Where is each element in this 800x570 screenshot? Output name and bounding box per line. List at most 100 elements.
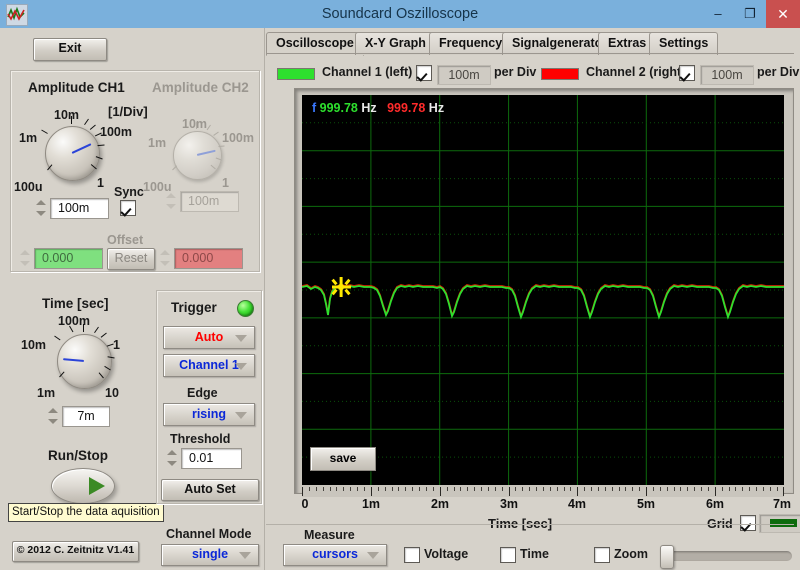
voltage-checkbox[interactable] <box>404 547 420 563</box>
time-tick-10: 10 <box>105 386 119 400</box>
chevron-down-icon <box>235 411 247 419</box>
knob-tick <box>54 335 61 341</box>
measure-mode-select[interactable]: cursors <box>283 544 387 566</box>
trigger-threshold-label: Threshold <box>170 432 231 446</box>
time-tick-1: 1 <box>113 338 120 352</box>
frequency-ch1-unit: Hz <box>361 101 377 115</box>
trigger-edge-label: Edge <box>187 386 218 400</box>
tab-underline <box>266 53 794 54</box>
time-knob[interactable] <box>57 334 112 389</box>
amp-ch1-tick-100m: 100m <box>100 125 132 139</box>
x-tick-1m: 1m <box>361 497 381 511</box>
channel1-per-div-value[interactable]: 100m <box>437 65 491 85</box>
grid-checkbox[interactable] <box>740 515 756 531</box>
tab-extras[interactable]: Extras <box>598 32 657 55</box>
x-tick-2m: 2m <box>430 497 450 511</box>
save-button[interactable]: save <box>310 447 376 471</box>
x-tick-7m: 7m <box>772 497 792 511</box>
knob-tick <box>83 324 84 332</box>
x-tick-0: 0 <box>301 497 309 511</box>
time-tick-100m: 100m <box>58 314 90 328</box>
amp-ch2-tick-10m: 10m <box>182 117 208 131</box>
channel2-per-div-label: per Div <box>757 65 800 79</box>
auto-set-button[interactable]: Auto Set <box>161 479 259 501</box>
window-title: Soundcard Oszilloscope <box>321 6 479 22</box>
trigger-led <box>237 300 254 317</box>
copyright-badge: © 2012 C. Zeitnitz V1.41 <box>12 541 139 562</box>
amplitude-ch1-spinner[interactable] <box>36 198 47 218</box>
channel-mode-select[interactable]: single <box>161 544 259 566</box>
channel1-per-div-label: per Div <box>494 65 537 79</box>
panel-divider <box>264 28 265 570</box>
time-spinner[interactable] <box>48 406 59 426</box>
offset-reset-button[interactable]: Reset <box>107 248 155 270</box>
trigger-mode-select[interactable]: Auto <box>163 326 255 349</box>
x-axis-ticks <box>302 487 784 497</box>
close-button[interactable]: ✕ <box>766 0 800 28</box>
per-div-label: [1/Div] <box>108 104 148 119</box>
maximize-button[interactable]: ❐ <box>734 0 766 28</box>
minimize-button[interactable]: – <box>702 0 734 28</box>
amplitude-ch1-title: Amplitude CH1 <box>28 80 125 95</box>
offset-ch2-spinner <box>160 248 171 268</box>
time-checkbox[interactable] <box>500 547 516 563</box>
channel1-enable-checkbox[interactable] <box>416 65 432 81</box>
trigger-threshold-value[interactable]: 0.01 <box>181 448 242 469</box>
zoom-slider-track[interactable] <box>662 551 792 561</box>
frequency-readout: f 999.78 Hz 999.78 Hz <box>312 101 444 115</box>
channel2-color-swatch[interactable] <box>541 68 579 80</box>
trigger-title: Trigger <box>171 300 217 315</box>
tab-frequency[interactable]: Frequency <box>429 32 513 55</box>
trigger-source-select[interactable]: Channel 1 <box>163 354 255 377</box>
channel2-per-div-value[interactable]: 100m <box>700 65 754 85</box>
tab-strip: Oscilloscope X-Y Graph Frequency Signalg… <box>266 32 794 56</box>
offset-ch1-spinner[interactable] <box>20 248 31 268</box>
channel-mode-label: Channel Mode <box>166 527 252 541</box>
amplitude-ch1-knob[interactable] <box>45 126 100 181</box>
x-tick-3m: 3m <box>499 497 519 511</box>
amplitude-ch1-value[interactable]: 100m <box>50 198 109 219</box>
knob-tick <box>71 116 72 124</box>
zoom-slider-thumb[interactable] <box>660 545 674 569</box>
chevron-down-icon <box>239 552 251 559</box>
amp-ch2-tick-1m: 1m <box>148 136 167 150</box>
channel2-enable-checkbox[interactable] <box>679 65 695 81</box>
sync-label: Sync <box>114 185 144 199</box>
frequency-ch2-unit: Hz <box>428 101 445 115</box>
zoom-label: Zoom <box>614 547 649 561</box>
run-stop-tooltip: Start/Stop the data aquisition <box>8 503 164 522</box>
x-tick-5m: 5m <box>636 497 656 511</box>
tab-settings[interactable]: Settings <box>649 32 719 55</box>
trigger-threshold-spinner[interactable] <box>167 448 178 468</box>
zoom-checkbox[interactable] <box>594 547 610 563</box>
time-tick-1m: 1m <box>37 386 56 400</box>
app-window: Soundcard Oszilloscope – ❐ ✕ Exit Amplit… <box>0 0 800 570</box>
amplitude-ch2-value: 100m <box>180 191 239 212</box>
trigger-marker-icon <box>331 277 351 297</box>
channel1-color-swatch[interactable] <box>277 68 315 80</box>
frequency-ch1-value: 999.78 <box>319 101 358 115</box>
voltage-label: Voltage <box>424 547 469 561</box>
sync-checkbox[interactable] <box>120 200 136 216</box>
exit-button[interactable]: Exit <box>33 38 107 61</box>
chevron-down-icon <box>235 362 247 370</box>
amplitude-ch2-title: Amplitude CH2 <box>152 80 249 95</box>
chevron-down-icon <box>235 334 247 342</box>
scope-canvas <box>301 95 784 485</box>
tab-xy-graph[interactable]: X-Y Graph <box>355 32 436 55</box>
amp-ch2-tick-1: 1 <box>222 176 229 190</box>
frequency-ch2-value: 999.78 <box>387 101 426 115</box>
offset-label: Offset <box>107 233 144 247</box>
x-tick-4m: 4m <box>567 497 587 511</box>
amp-ch1-tick-1: 1 <box>97 176 104 190</box>
amplitude-ch2-knob <box>173 131 222 180</box>
trigger-edge-select[interactable]: rising <box>163 403 255 426</box>
amplitude-ch2-spinner <box>166 191 177 211</box>
play-icon <box>89 477 105 495</box>
scope-plot[interactable]: f 999.78 Hz 999.78 Hz save <box>301 95 784 485</box>
offset-ch1-value[interactable]: 0.000 <box>34 248 103 269</box>
amp-ch1-tick-1m: 1m <box>19 131 38 145</box>
run-stop-button[interactable] <box>51 468 115 504</box>
offset-ch2-value: 0.000 <box>174 248 243 269</box>
time-value[interactable]: 7m <box>62 406 110 427</box>
